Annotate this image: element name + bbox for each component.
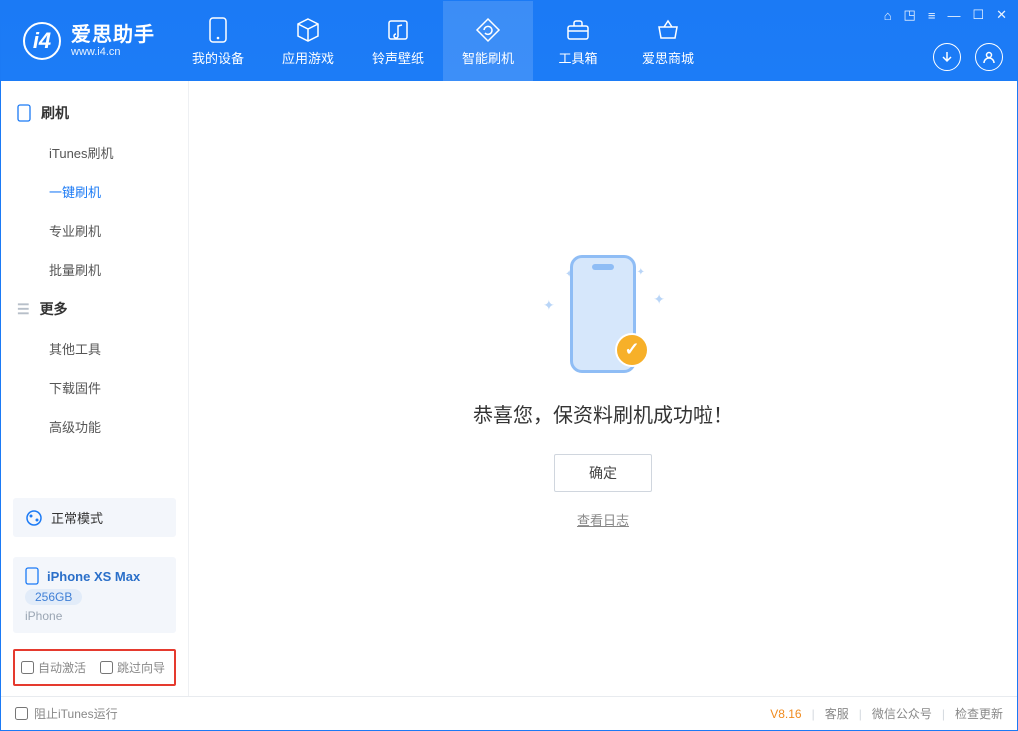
sidebar-section-more: ☰ 更多 — [1, 289, 188, 329]
device-type: iPhone — [25, 609, 62, 623]
cube-icon — [294, 16, 322, 44]
shirt-icon[interactable]: ⌂ — [884, 8, 892, 23]
ok-button[interactable]: 确定 — [554, 454, 652, 492]
sidebar-item-other-tools[interactable]: 其他工具 — [1, 329, 188, 368]
app-subtitle: www.i4.cn — [71, 46, 155, 58]
sidebar-item-itunes-flash[interactable]: iTunes刷机 — [1, 133, 188, 172]
nav-flash[interactable]: 智能刷机 — [443, 1, 533, 81]
skip-guide-checkbox[interactable]: 跳过向导 — [100, 659, 165, 676]
logo-icon: i4 — [23, 22, 61, 60]
user-button[interactable] — [975, 43, 1003, 71]
sidebar-item-advanced[interactable]: 高级功能 — [1, 407, 188, 446]
check-icon: ✓ — [615, 333, 649, 367]
footer-link-wechat[interactable]: 微信公众号 — [872, 705, 932, 722]
sparkle-icon: ✦ — [543, 297, 555, 314]
phone-small-icon — [17, 104, 31, 122]
app-window: i4 爱思助手 www.i4.cn 我的设备 应用游戏 铃声壁纸 智能刷机 — [0, 0, 1018, 731]
sidebar-item-batch-flash[interactable]: 批量刷机 — [1, 250, 188, 289]
section-title: 刷机 — [41, 103, 69, 123]
nav-label: 智能刷机 — [462, 48, 514, 67]
mode-label: 正常模式 — [51, 508, 103, 527]
list-icon: ☰ — [17, 301, 30, 318]
nav-label: 我的设备 — [192, 48, 244, 67]
toolbox-icon — [564, 16, 592, 44]
success-illustration: ✦ ✦ ✦ ✦ ✓ — [513, 249, 693, 379]
nav-store[interactable]: 爱思商城 — [623, 1, 713, 81]
sidebar-section-flash: 刷机 — [1, 93, 188, 133]
version-label: V8.16 — [770, 707, 801, 721]
logo: i4 爱思助手 www.i4.cn — [1, 1, 173, 81]
checkbox-label: 自动激活 — [38, 659, 86, 676]
nav-ringtones[interactable]: 铃声壁纸 — [353, 1, 443, 81]
download-button[interactable] — [933, 43, 961, 71]
sparkle-icon: ✦ — [637, 267, 645, 278]
nav-label: 应用游戏 — [282, 48, 334, 67]
checkbox-label: 阻止iTunes运行 — [34, 705, 118, 722]
body: 刷机 iTunes刷机 一键刷机 专业刷机 批量刷机 ☰ 更多 其他工具 下载固… — [1, 81, 1017, 696]
sidebar-item-oneclick-flash[interactable]: 一键刷机 — [1, 172, 188, 211]
device-icon — [25, 567, 39, 585]
maximize-button[interactable]: ☐ — [972, 7, 984, 23]
music-icon — [384, 16, 412, 44]
nav-label: 爱思商城 — [642, 48, 694, 67]
sidebar-item-pro-flash[interactable]: 专业刷机 — [1, 211, 188, 250]
window-controls: ⌂ ◳ ≡ — ☐ ✕ — [884, 7, 1007, 23]
device-card[interactable]: iPhone XS Max 256GB iPhone — [13, 557, 176, 633]
header: i4 爱思助手 www.i4.cn 我的设备 应用游戏 铃声壁纸 智能刷机 — [1, 1, 1017, 81]
device-name: iPhone XS Max — [47, 569, 140, 584]
mode-icon — [25, 509, 43, 527]
app-title: 爱思助手 — [71, 24, 155, 46]
nav-apps[interactable]: 应用游戏 — [263, 1, 353, 81]
auto-activate-checkbox[interactable]: 自动激活 — [21, 659, 86, 676]
mode-card[interactable]: 正常模式 — [13, 498, 176, 537]
nav-my-device[interactable]: 我的设备 — [173, 1, 263, 81]
phone-icon — [204, 16, 232, 44]
checkbox-label: 跳过向导 — [117, 659, 165, 676]
minimize-button[interactable]: — — [947, 8, 960, 23]
options-row: 自动激活 跳过向导 — [13, 649, 176, 686]
view-log-link[interactable]: 查看日志 — [577, 510, 629, 529]
sidebar-item-download-firmware[interactable]: 下载固件 — [1, 368, 188, 407]
refresh-icon — [474, 16, 502, 44]
device-capacity: 256GB — [25, 589, 82, 605]
header-right-buttons — [933, 43, 1003, 71]
footer: 阻止iTunes运行 V8.16 | 客服 | 微信公众号 | 检查更新 — [1, 696, 1017, 730]
nav-toolbox[interactable]: 工具箱 — [533, 1, 623, 81]
success-message: 恭喜您，保资料刷机成功啦！ — [473, 399, 733, 428]
section-title: 更多 — [40, 299, 68, 319]
close-button[interactable]: ✕ — [996, 7, 1007, 23]
nav-label: 铃声壁纸 — [372, 48, 424, 67]
footer-link-update[interactable]: 检查更新 — [955, 705, 1003, 722]
menu-icon[interactable]: ≡ — [928, 8, 936, 23]
footer-link-support[interactable]: 客服 — [825, 705, 849, 722]
top-nav: 我的设备 应用游戏 铃声壁纸 智能刷机 工具箱 爱思商城 — [173, 1, 713, 81]
sparkle-icon: ✦ — [653, 291, 665, 308]
main-content: ✦ ✦ ✦ ✦ ✓ 恭喜您，保资料刷机成功啦！ 确定 查看日志 — [189, 81, 1017, 696]
nav-label: 工具箱 — [558, 48, 597, 67]
sidebar: 刷机 iTunes刷机 一键刷机 专业刷机 批量刷机 ☰ 更多 其他工具 下载固… — [1, 81, 189, 696]
block-itunes-checkbox[interactable]: 阻止iTunes运行 — [15, 705, 118, 722]
cube-small-icon[interactable]: ◳ — [904, 7, 916, 23]
basket-icon — [654, 16, 682, 44]
